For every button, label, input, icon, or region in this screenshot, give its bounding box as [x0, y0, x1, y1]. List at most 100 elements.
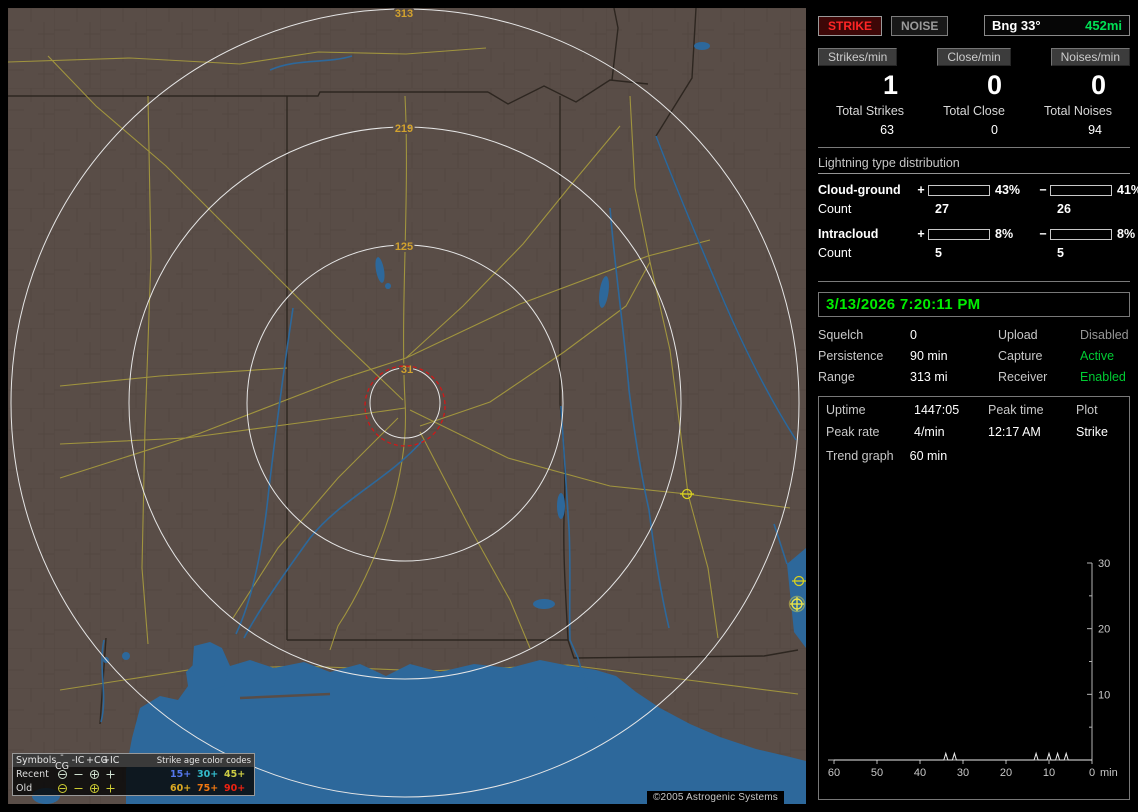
total-close-value: 0 — [991, 123, 998, 138]
legend-recent-label: Recent — [16, 768, 49, 780]
bearing-distance: 452mi — [1085, 18, 1122, 33]
uptime-value: 1447:05 — [914, 403, 960, 418]
plus-sign: + — [917, 227, 925, 242]
total-noises-value: 94 — [1088, 123, 1102, 138]
bearing-display: Bng 33° 452mi — [984, 15, 1130, 36]
legend-recent-row: Recent 15+ 30+ 45+ — [13, 767, 254, 781]
strikes-rate-value: 1 — [882, 70, 898, 100]
cg-minus-pct: 41% — [1117, 183, 1138, 198]
cg-plus-bar — [928, 184, 990, 196]
peak-time-value: 12:17 AM — [988, 425, 1041, 440]
peak-time-label: Peak time — [988, 403, 1044, 418]
range-label: Range — [818, 370, 855, 385]
ring-label-219: 219 — [395, 123, 413, 135]
strikes-per-min-button[interactable]: Strikes/min — [818, 48, 898, 66]
capture-value: Active — [1080, 349, 1115, 364]
map-canvas: 313 219 125 31 — [8, 8, 806, 804]
svg-text:50: 50 — [871, 767, 883, 779]
mode-row: STRIKE NOISE Bng 33° 452mi — [818, 15, 1130, 36]
legend-symbols-header: Symbols — [16, 755, 57, 766]
ring-label-313: 313 — [395, 8, 413, 20]
range-value: 313 mi — [910, 370, 948, 385]
ic-plus-count: 5 — [935, 246, 942, 261]
trend-window-value: 60 min — [909, 449, 948, 464]
age-code: 90+ — [224, 782, 246, 794]
intracloud-row: Intracloud + 8% − 8% — [818, 227, 1135, 242]
svg-text:10: 10 — [1043, 767, 1055, 779]
rates-section: Strikes/min Close/min Noises/min 1 0 0 T… — [818, 48, 1130, 137]
map-legend: Symbols -CG -IC +CG +IC Strike age color… — [12, 750, 255, 796]
svg-text:0: 0 — [1089, 767, 1095, 779]
status-section: Uptime 1447:05 Peak time Plot Peak rate … — [818, 396, 1130, 800]
total-strikes-value: 63 — [880, 123, 894, 138]
legend-col-pos-ic: +IC — [102, 755, 120, 766]
legend-col-neg-ic: -IC — [71, 755, 85, 766]
total-noises-label: Total Noises — [1043, 104, 1113, 119]
ring-label-125: 125 — [395, 241, 413, 253]
cg-plus-pct: 43% — [995, 183, 1021, 198]
neg-cg-icon — [54, 769, 70, 780]
age-code: 60+ — [170, 782, 192, 794]
legend-age-header: Strike age color codes — [156, 755, 251, 766]
persistence-label: Persistence — [818, 349, 884, 364]
pos-cg-icon — [86, 769, 102, 780]
minus-sign: − — [1039, 183, 1047, 198]
clock-display: 3/13/2026 7:20:11 PM — [818, 292, 1130, 318]
age-code: 75+ — [197, 782, 219, 794]
total-strikes-label: Total Strikes — [835, 104, 905, 119]
age-code: 30+ — [197, 768, 219, 780]
svg-text:40: 40 — [914, 767, 926, 779]
strike-mode-button[interactable]: STRIKE — [818, 15, 883, 36]
legend-old-row: Old 60+ 75+ 90+ — [13, 781, 254, 795]
trend-graph-label: Trend graph — [826, 449, 894, 464]
svg-text:10: 10 — [1098, 689, 1110, 701]
peak-rate-label: Peak rate — [826, 425, 880, 440]
close-per-min-button[interactable]: Close/min — [937, 48, 1011, 66]
control-panel: STRIKE NOISE Bng 33° 452mi Strikes/min C… — [812, 8, 1138, 804]
persistence-value: 90 min — [910, 349, 948, 364]
divider — [818, 281, 1130, 283]
neg-ic-icon — [70, 783, 86, 794]
distribution-section: Lightning type distribution Cloud-ground… — [818, 156, 1138, 271]
pos-ic-icon — [102, 783, 118, 794]
svg-text:20: 20 — [1000, 767, 1012, 779]
plot-mode-value: Strike — [1076, 425, 1108, 440]
nexstorm-window: 313 219 125 31 Symbols -CG -IC +CG +IC S… — [0, 0, 1138, 812]
upload-label: Upload — [998, 328, 1038, 343]
lightning-map[interactable]: 313 219 125 31 Symbols -CG -IC +CG +IC S… — [8, 8, 806, 804]
uptime-label: Uptime — [826, 403, 866, 418]
plot-label: Plot — [1076, 403, 1098, 418]
noise-mode-button[interactable]: NOISE — [891, 15, 949, 36]
svg-text:60: 60 — [828, 767, 840, 779]
bearing-label: Bng 33° — [992, 18, 1041, 33]
ic-plus-bar — [928, 228, 990, 240]
neg-cg-icon — [54, 783, 70, 794]
intracloud-count-row: Count 5 5 — [818, 246, 1130, 260]
pos-cg-icon — [86, 783, 102, 794]
squelch-label: Squelch — [818, 328, 864, 343]
legend-header-row: Symbols -CG -IC +CG +IC Strike age color… — [13, 750, 254, 772]
receiver-value: Enabled — [1080, 370, 1126, 385]
age-code: 45+ — [224, 768, 246, 780]
ic-minus-bar — [1050, 228, 1112, 240]
count-label: Count — [818, 202, 852, 217]
squelch-value: 0 — [910, 328, 917, 343]
count-label: Count — [818, 246, 852, 261]
cloud-ground-label: Cloud-ground — [818, 183, 901, 198]
copyright-text: ©2005 Astrogenic Systems — [646, 791, 784, 804]
trend-graph: 60 50 40 30 20 10 0 min 30 20 10 — [828, 558, 1118, 779]
cg-plus-count: 27 — [935, 202, 949, 217]
pos-cg-strike-icon — [788, 595, 806, 613]
settings-section: Squelch 0 Upload Disabled Persistence 90… — [818, 328, 1130, 384]
svg-text:30: 30 — [1098, 558, 1110, 570]
capture-label: Capture — [998, 349, 1043, 364]
distribution-title: Lightning type distribution — [818, 156, 1130, 175]
svg-text:30: 30 — [957, 767, 969, 779]
cloud-ground-count-row: Count 27 26 — [818, 202, 1130, 216]
svg-text:min: min — [1100, 767, 1118, 779]
noises-per-min-button[interactable]: Noises/min — [1050, 48, 1130, 66]
ic-plus-pct: 8% — [995, 227, 1014, 242]
peak-rate-value: 4/min — [914, 425, 945, 440]
receiver-label: Receiver — [998, 370, 1048, 385]
ic-minus-count: 5 — [1057, 246, 1064, 261]
